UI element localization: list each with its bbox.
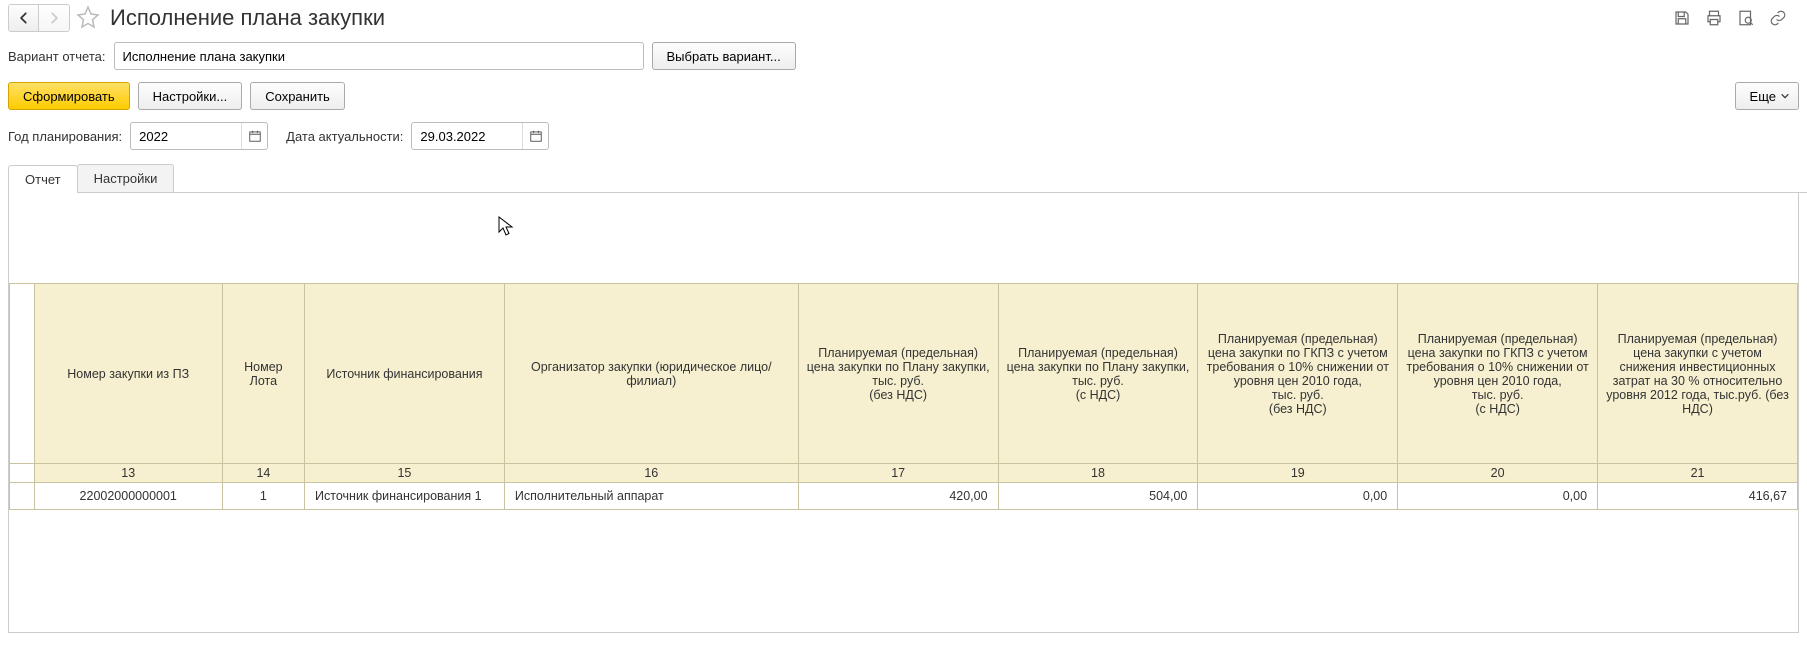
table-colnum: 19	[1198, 464, 1398, 483]
year-label: Год планирования:	[8, 129, 122, 144]
more-button-label: Еще	[1750, 89, 1776, 104]
table-gutter	[10, 464, 35, 483]
table-cell[interactable]: 420,00	[798, 483, 998, 510]
save-button[interactable]: Сохранить	[250, 82, 345, 110]
table-gutter	[10, 284, 35, 464]
chevron-down-icon	[1780, 91, 1790, 101]
save-floppy-icon[interactable]	[1671, 7, 1693, 29]
more-button[interactable]: Еще	[1735, 82, 1799, 110]
nav-forward-button[interactable]	[39, 5, 69, 31]
date-calendar-button[interactable]	[522, 123, 548, 149]
table-cell[interactable]: 504,00	[998, 483, 1198, 510]
table-header: Номер закупки из ПЗ	[34, 284, 222, 464]
link-icon[interactable]	[1767, 7, 1789, 29]
table-cell[interactable]: Источник финансирования 1	[305, 483, 505, 510]
table-colnum: 13	[34, 464, 222, 483]
table-colnum: 14	[222, 464, 304, 483]
table-cell[interactable]: 0,00	[1198, 483, 1398, 510]
table-colnum: 21	[1598, 464, 1798, 483]
table-header: Организатор закупки (юридическое лицо/ ф…	[504, 284, 798, 464]
table-colnum: 15	[305, 464, 505, 483]
tab-settings[interactable]: Настройки	[77, 164, 175, 192]
tabs: Отчет Настройки	[8, 164, 1807, 193]
table-header: Планируемая (предельная) цена закупки по…	[998, 284, 1198, 464]
variant-label: Вариант отчета:	[8, 49, 106, 64]
tab-report[interactable]: Отчет	[8, 165, 78, 193]
date-label: Дата актуальности:	[286, 129, 403, 144]
calendar-icon	[529, 129, 543, 143]
table-cell[interactable]: 1	[222, 483, 304, 510]
table-row[interactable]: 220020000000011Источник финансирования 1…	[10, 483, 1798, 510]
table-header: Источник финансирования	[305, 284, 505, 464]
table-cell[interactable]: 416,67	[1598, 483, 1798, 510]
page-title: Исполнение плана закупки	[110, 5, 385, 31]
favorite-star-icon[interactable]	[76, 5, 100, 32]
report-table: Номер закупки из ПЗНомер ЛотаИсточник фи…	[9, 283, 1798, 510]
table-header: Планируемая (предельная) цена закупки по…	[798, 284, 998, 464]
table-cell[interactable]: 0,00	[1398, 483, 1598, 510]
year-input-group	[130, 122, 268, 150]
table-gutter	[10, 483, 35, 510]
table-colnum: 17	[798, 464, 998, 483]
choose-variant-button[interactable]: Выбрать вариант...	[652, 42, 796, 70]
table-cell[interactable]: Исполнительный аппарат	[504, 483, 798, 510]
nav-history-group	[8, 4, 70, 32]
year-input[interactable]	[131, 125, 241, 148]
variant-input[interactable]	[114, 42, 644, 70]
table-cell[interactable]: 22002000000001	[34, 483, 222, 510]
table-header: Планируемая (предельная) цена закупки по…	[1398, 284, 1598, 464]
report-area[interactable]: Номер закупки из ПЗНомер ЛотаИсточник фи…	[8, 193, 1799, 633]
calendar-icon	[248, 129, 262, 143]
table-colnum: 16	[504, 464, 798, 483]
preview-icon[interactable]	[1735, 7, 1757, 29]
report-blank-space	[9, 193, 1798, 283]
print-icon[interactable]	[1703, 7, 1725, 29]
generate-button[interactable]: Сформировать	[8, 82, 130, 110]
table-header: Планируемая (предельная) цена закупки с …	[1598, 284, 1798, 464]
table-colnum: 18	[998, 464, 1198, 483]
date-input[interactable]	[412, 125, 522, 148]
nav-back-button[interactable]	[9, 5, 39, 31]
table-header: Планируемая (предельная) цена закупки по…	[1198, 284, 1398, 464]
table-colnum: 20	[1398, 464, 1598, 483]
settings-button[interactable]: Настройки...	[138, 82, 243, 110]
year-calendar-button[interactable]	[241, 123, 267, 149]
table-header: Номер Лота	[222, 284, 304, 464]
date-input-group	[411, 122, 549, 150]
